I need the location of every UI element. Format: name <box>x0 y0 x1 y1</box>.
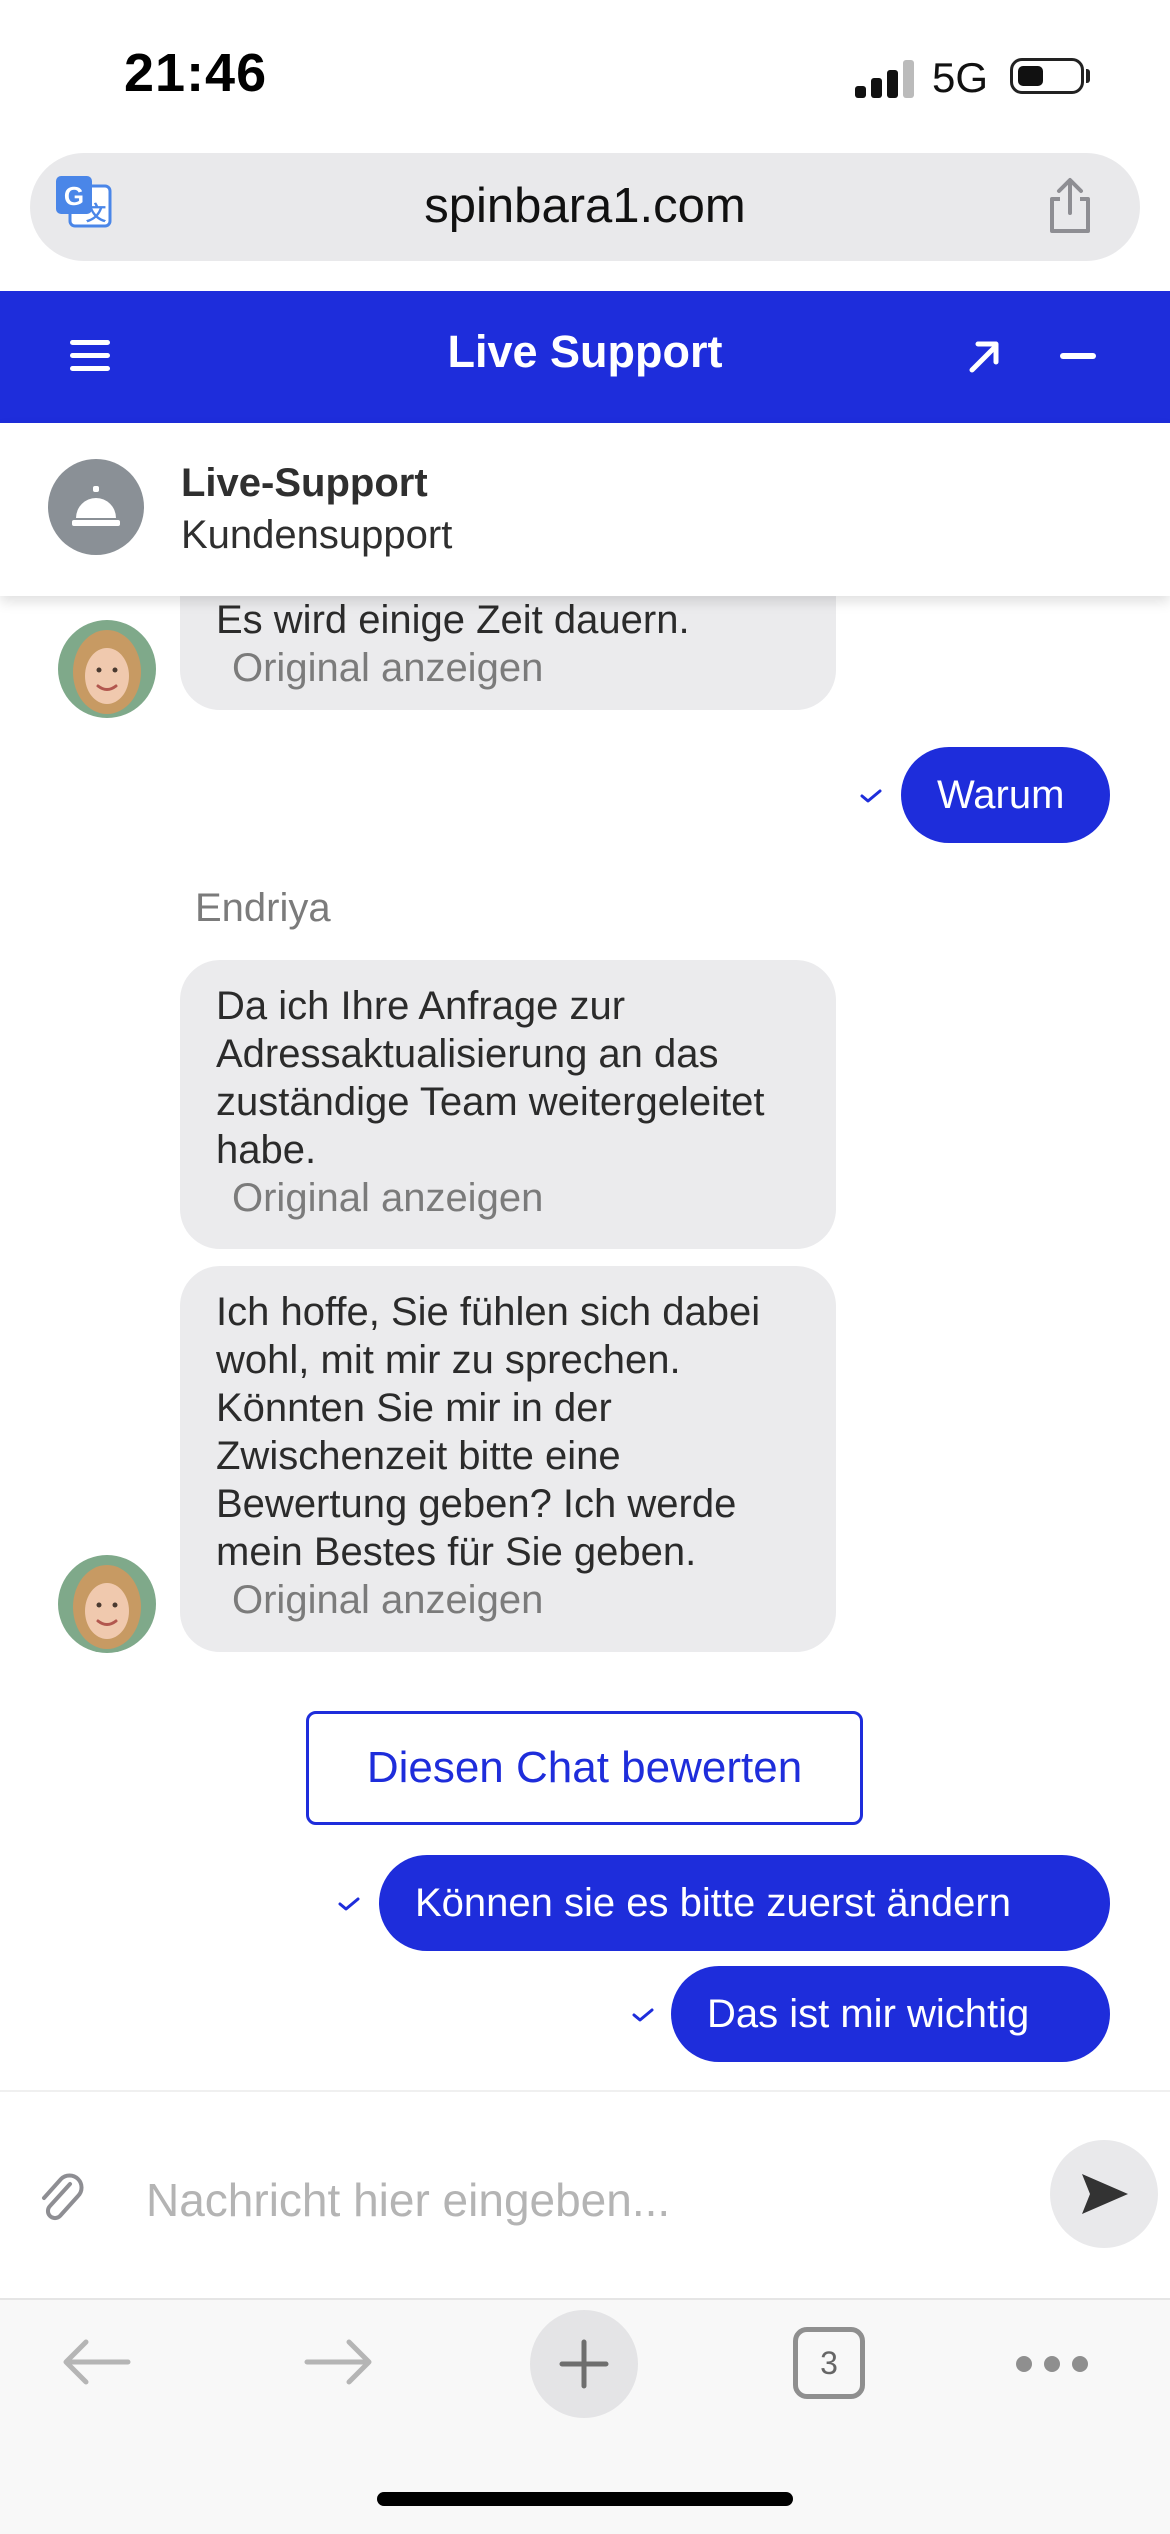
show-original-link[interactable]: Original anzeigen <box>216 1576 800 1624</box>
minimize-icon[interactable] <box>1060 353 1096 359</box>
sent-check-icon <box>338 1897 360 1911</box>
battery-icon <box>1010 58 1084 94</box>
sender-name: Endriya <box>195 886 331 930</box>
share-icon[interactable] <box>1040 175 1100 237</box>
sent-check-icon <box>860 789 882 803</box>
outgoing-message: Warum <box>901 747 1110 843</box>
tab-switcher-button[interactable]: 3 <box>793 2327 865 2399</box>
show-original-link[interactable]: Original anzeigen <box>216 1174 800 1222</box>
agent-role: Kundensupport <box>181 513 453 557</box>
message-text: Da ich Ihre Anfrage zur Adressaktualisie… <box>216 984 765 1172</box>
send-button[interactable] <box>1050 2140 1158 2248</box>
more-options-icon[interactable] <box>1016 2356 1088 2372</box>
home-indicator <box>377 2492 793 2506</box>
incoming-message: Es wird einige Zeit dauern. Original anz… <box>180 596 836 710</box>
chat-messages[interactable]: Es wird einige Zeit dauern. Original anz… <box>0 596 1170 2090</box>
agent-name: Live-Support <box>181 461 428 505</box>
back-arrow-icon[interactable] <box>60 2337 132 2387</box>
forward-arrow-icon[interactable] <box>303 2337 375 2387</box>
paperclip-icon[interactable] <box>36 2170 86 2226</box>
status-time: 21:46 <box>124 43 268 103</box>
network-type: 5G <box>932 54 989 101</box>
agent-avatar-photo <box>58 620 156 718</box>
agent-avatar-photo <box>58 1555 156 1653</box>
cellular-signal-icon <box>855 60 915 98</box>
send-icon <box>1082 2174 1128 2214</box>
show-original-link[interactable]: Original anzeigen <box>216 644 800 692</box>
incoming-message: Ich hoffe, Sie fühlen sich dabei wohl, m… <box>180 1266 836 1652</box>
incoming-message: Da ich Ihre Anfrage zur Adressaktualisie… <box>180 960 836 1249</box>
agent-info-bar <box>0 423 1170 596</box>
battery-tip <box>1086 69 1090 83</box>
expand-icon[interactable] <box>964 336 1004 376</box>
plus-icon <box>559 2339 609 2389</box>
service-bell-icon <box>72 486 120 526</box>
rate-chat-button[interactable]: Diesen Chat bewerten <box>306 1711 863 1825</box>
message-input[interactable] <box>146 2162 1016 2238</box>
outgoing-message: Können sie es bitte zuerst ändern <box>379 1855 1110 1951</box>
sent-check-icon <box>632 2008 654 2022</box>
outgoing-message: Das ist mir wichtig <box>671 1966 1110 2062</box>
url-text[interactable]: spinbara1.com <box>0 178 1170 234</box>
message-text: Ich hoffe, Sie fühlen sich dabei wohl, m… <box>216 1290 761 1574</box>
message-text: Es wird einige Zeit dauern. <box>216 598 690 642</box>
new-tab-button[interactable] <box>530 2310 638 2418</box>
